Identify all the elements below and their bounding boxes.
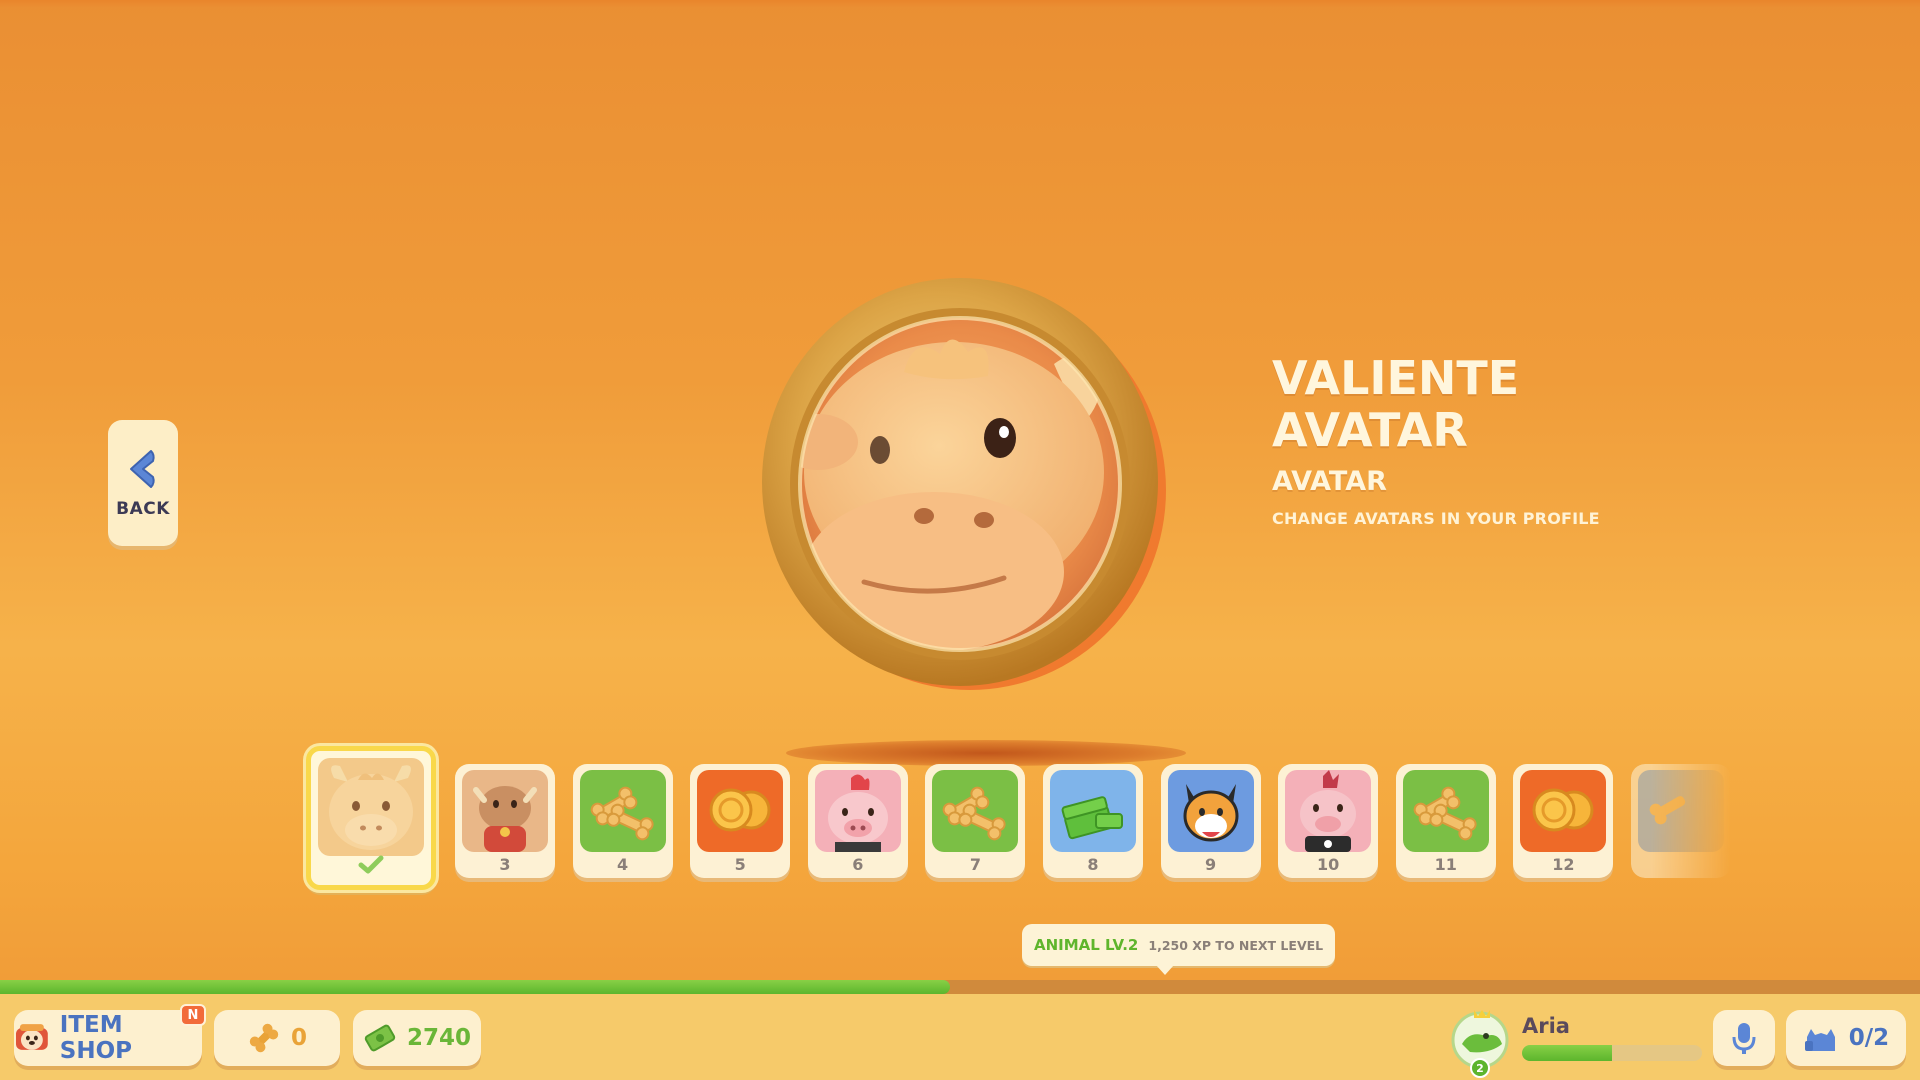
- reward-tile-9[interactable]: 9: [1160, 764, 1261, 878]
- reward-title: VALIENTE AVATAR: [1272, 352, 1652, 456]
- item-shop-button[interactable]: ITEM SHOP: [14, 1010, 202, 1066]
- reward-number: 3: [499, 855, 511, 874]
- xp-level-label: ANIMAL LV.2: [1034, 936, 1139, 954]
- avatar-coin: [762, 278, 1166, 690]
- bull-outfit-icon: [462, 770, 548, 852]
- cash-counter[interactable]: 2740: [353, 1010, 481, 1066]
- fox-sticker-icon: [1167, 770, 1254, 852]
- reward-number: 11: [1434, 855, 1457, 874]
- xp-tooltip: ANIMAL LV.2 1,250 XP TO NEXT LEVEL: [1022, 924, 1336, 975]
- reward-tile-12[interactable]: 12: [1513, 764, 1614, 878]
- pig-mohawk-icon: [814, 770, 901, 852]
- coins-icon: [697, 770, 784, 852]
- party-button[interactable]: 0/2: [1786, 1010, 1906, 1066]
- party-count: 0/2: [1848, 1025, 1890, 1051]
- reward-number: 7: [969, 855, 981, 874]
- reward-title-line2: AVATAR: [1272, 403, 1468, 457]
- reward-tile-6[interactable]: 6: [807, 764, 908, 878]
- reward-type: AVATAR: [1272, 466, 1387, 497]
- reward-track: 3 4 5 6 7 8 9 10 11 12: [306, 746, 1731, 896]
- reward-tile-10[interactable]: 10: [1278, 764, 1379, 878]
- player-avatar[interactable]: 2: [1450, 1002, 1514, 1078]
- back-label: BACK: [116, 499, 170, 519]
- player-name: Aria: [1522, 1014, 1570, 1038]
- xp-next-label: 1,250 XP TO NEXT LEVEL: [1148, 937, 1324, 953]
- new-badge: N: [180, 1004, 206, 1026]
- reward-number: 10: [1317, 855, 1340, 874]
- reward-tile-4[interactable]: 4: [572, 764, 673, 878]
- reward-tile-5[interactable]: 5: [690, 764, 791, 878]
- bones-icon: [579, 770, 666, 852]
- reward-tile-3[interactable]: 3: [455, 764, 555, 878]
- reward-number: 6: [852, 855, 864, 874]
- xp-progress-track: [0, 980, 1920, 994]
- top-edge: [0, 0, 1920, 8]
- reward-tile-8[interactable]: 8: [1043, 764, 1143, 878]
- reward-number: 9: [1205, 855, 1217, 874]
- player-level-badge: 2: [1476, 1062, 1484, 1075]
- bones-value: 0: [290, 1025, 307, 1051]
- bone-icon: [249, 1023, 279, 1053]
- coins-icon: [1520, 770, 1607, 852]
- cash-icon: [364, 1024, 396, 1052]
- bones-counter[interactable]: 0: [214, 1010, 340, 1066]
- reward-tile-selected[interactable]: [306, 746, 436, 890]
- reward-number: 8: [1087, 855, 1099, 874]
- chevron-left-icon: [130, 450, 155, 488]
- reward-number: 4: [617, 855, 629, 874]
- reward-number: 12: [1552, 855, 1575, 874]
- shop-dog-icon: [15, 1024, 48, 1050]
- reward-title-line1: VALIENTE: [1272, 351, 1520, 405]
- party-icon: [1804, 1029, 1835, 1051]
- bones-icon: [1402, 770, 1489, 852]
- player-progress-track: [1522, 1045, 1702, 1061]
- reward-number: 5: [734, 855, 746, 874]
- back-button[interactable]: BACK: [108, 420, 178, 546]
- pig-punk-icon: [1285, 770, 1372, 852]
- reward-tile-11[interactable]: 11: [1395, 764, 1496, 878]
- mic-button[interactable]: [1713, 1010, 1775, 1066]
- check-icon: [311, 855, 431, 879]
- cash-value: 2740: [406, 1025, 471, 1051]
- microphone-icon: [1732, 1023, 1756, 1054]
- bones-partial-icon: [1638, 770, 1724, 852]
- reward-tile-7[interactable]: 7: [925, 764, 1026, 878]
- reward-info: VALIENTE AVATAR AVATAR CHANGE AVATARS IN…: [1272, 352, 1652, 528]
- bull-avatar-icon: [318, 758, 424, 856]
- cash-stack-icon: [1050, 770, 1136, 852]
- bones-icon: [932, 770, 1019, 852]
- xp-progress-fill: [0, 980, 951, 994]
- reward-tile-next[interactable]: [1631, 764, 1731, 878]
- reward-description: CHANGE AVATARS IN YOUR PROFILE: [1272, 509, 1600, 528]
- player-progress-fill: [1522, 1045, 1612, 1061]
